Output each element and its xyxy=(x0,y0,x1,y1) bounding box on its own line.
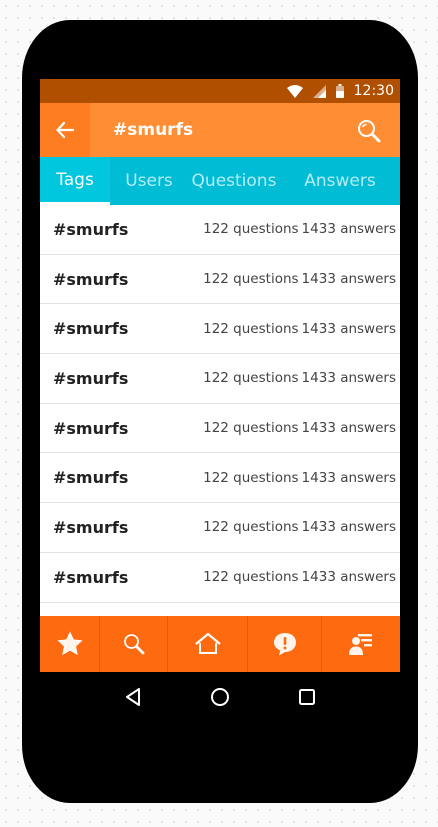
tag-name: #smurfs xyxy=(53,468,129,488)
back-softkey[interactable] xyxy=(118,682,148,712)
magnifier-icon xyxy=(358,120,381,143)
search-field[interactable]: #smurfs xyxy=(90,103,400,157)
tab-tags[interactable]: Tags xyxy=(40,157,110,205)
tag-stats: 122 questions 1433 answers xyxy=(203,569,396,585)
tag-results-list: #smurfs 122 questions 1433 answers #smurf… xyxy=(40,205,400,603)
signal-icon xyxy=(312,84,326,98)
search-query: #smurfs xyxy=(113,120,194,140)
bottom-navigation xyxy=(40,616,400,672)
tag-stats: 122 questions 1433 answers xyxy=(203,271,396,287)
question-count: 122 questions xyxy=(203,221,299,238)
tag-name: #smurfs xyxy=(53,517,129,537)
answer-count: 1433 answers xyxy=(301,370,396,387)
arrow-left-icon xyxy=(56,122,74,138)
back-button[interactable] xyxy=(40,103,90,157)
list-item[interactable]: #smurfs 122 questions 1433 answers xyxy=(40,205,400,255)
tag-stats: 122 questions 1433 answers xyxy=(203,321,396,337)
alert-bubble-icon xyxy=(273,633,296,656)
tag-stats: 122 questions 1433 answers xyxy=(203,420,396,436)
tag-name: #smurfs xyxy=(53,418,129,438)
nav-home-button[interactable] xyxy=(168,616,248,672)
tab-users[interactable]: Users xyxy=(110,157,188,205)
question-count: 122 questions xyxy=(203,469,299,486)
android-softkeys xyxy=(40,672,400,722)
status-bar: 12:30 xyxy=(40,79,400,103)
answer-count: 1433 answers xyxy=(301,221,396,238)
tag-name: #smurfs xyxy=(53,319,129,339)
nav-alerts-button[interactable] xyxy=(248,616,322,672)
question-count: 122 questions xyxy=(203,519,299,536)
answer-count: 1433 answers xyxy=(301,420,396,437)
list-item[interactable]: #smurfs 122 questions 1433 answers xyxy=(40,404,400,454)
user-list-icon xyxy=(349,634,372,655)
wifi-icon xyxy=(286,84,303,98)
tag-name: #smurfs xyxy=(53,567,129,587)
question-count: 122 questions xyxy=(203,271,299,288)
question-count: 122 questions xyxy=(203,370,299,387)
list-item[interactable]: #smurfs 122 questions 1433 answers xyxy=(40,304,400,355)
nav-search-button[interactable] xyxy=(100,616,168,672)
answer-count: 1433 answers xyxy=(301,519,396,536)
question-count: 122 questions xyxy=(203,320,299,337)
nav-favorites-button[interactable] xyxy=(40,616,100,672)
tag-stats: 122 questions 1433 answers xyxy=(203,221,396,237)
triangle-back-icon xyxy=(126,688,141,706)
answer-count: 1433 answers xyxy=(301,569,396,586)
search-icon xyxy=(123,634,144,655)
tag-name: #smurfs xyxy=(53,219,129,239)
home-icon xyxy=(194,632,221,654)
battery-icon xyxy=(335,84,344,98)
tab-answers[interactable]: Answers xyxy=(280,157,400,205)
tab-bar: Tags Users Questions Answers xyxy=(40,157,400,205)
clock-time: 12:30 xyxy=(353,83,394,99)
nav-profile-button[interactable] xyxy=(322,616,400,672)
tab-questions[interactable]: Questions xyxy=(188,157,280,205)
tag-stats: 122 questions 1433 answers xyxy=(203,370,396,386)
list-item[interactable]: #smurfs 122 questions 1433 answers xyxy=(40,354,400,404)
home-softkey[interactable] xyxy=(205,682,235,712)
recents-softkey[interactable] xyxy=(292,682,322,712)
list-item[interactable]: #smurfs 122 questions 1433 answers xyxy=(40,453,400,504)
app-screen: 12:30 #smurfs Tags Users Questions Answe… xyxy=(40,79,400,672)
answer-count: 1433 answers xyxy=(301,271,396,288)
list-item[interactable]: #smurfs 122 questions 1433 answers xyxy=(40,553,400,603)
answer-count: 1433 answers xyxy=(301,469,396,486)
app-bar: #smurfs xyxy=(40,103,400,157)
tag-name: #smurfs xyxy=(53,269,129,289)
question-count: 122 questions xyxy=(203,420,299,437)
square-recents-icon xyxy=(298,689,315,705)
star-icon xyxy=(56,631,83,656)
question-count: 122 questions xyxy=(203,569,299,586)
search-button[interactable] xyxy=(356,118,382,144)
list-item[interactable]: #smurfs 122 questions 1433 answers xyxy=(40,255,400,305)
answer-count: 1433 answers xyxy=(301,320,396,337)
tag-stats: 122 questions 1433 answers xyxy=(203,519,396,535)
circle-home-icon xyxy=(210,688,229,706)
tag-stats: 122 questions 1433 answers xyxy=(203,470,396,486)
tag-name: #smurfs xyxy=(53,368,129,388)
list-item[interactable]: #smurfs 122 questions 1433 answers xyxy=(40,503,400,553)
